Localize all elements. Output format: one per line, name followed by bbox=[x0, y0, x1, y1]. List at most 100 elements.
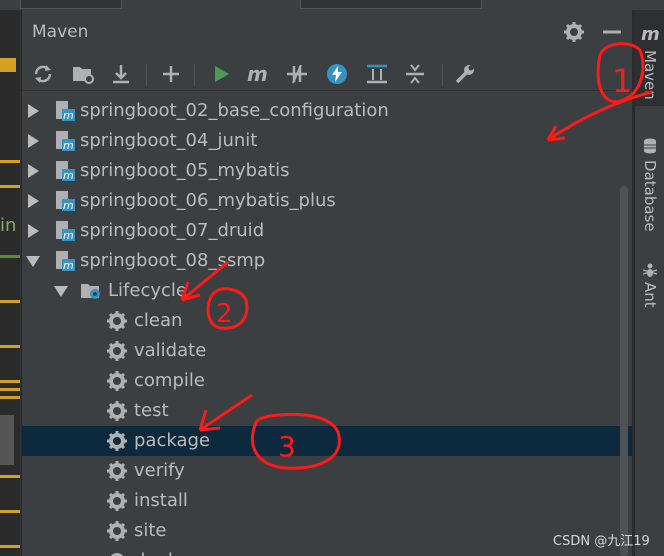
goal-label: clean bbox=[134, 310, 183, 331]
svg-text:m: m bbox=[247, 63, 268, 85]
editor-tab[interactable] bbox=[300, 0, 482, 9]
project-label: springboot_08_ssmp bbox=[80, 250, 266, 271]
maven-toolbar: m bbox=[22, 58, 632, 91]
database-icon bbox=[642, 138, 658, 158]
warning-marker bbox=[0, 380, 20, 383]
generate-sources-icon[interactable] bbox=[70, 61, 96, 87]
tree-scrollbar[interactable] bbox=[620, 186, 628, 556]
change-marker bbox=[0, 255, 20, 258]
bookmark-marker bbox=[0, 58, 16, 72]
project-node[interactable]: m springboot_04_junit bbox=[22, 126, 632, 156]
goal-label: validate bbox=[134, 340, 207, 361]
project-node[interactable]: m springboot_07_druid bbox=[22, 216, 632, 246]
goal-label: install bbox=[134, 490, 188, 511]
maven-project-icon: m bbox=[54, 100, 76, 122]
settings-wrench-icon[interactable] bbox=[452, 61, 478, 87]
goal-label: site bbox=[134, 520, 167, 541]
expand-arrow-icon[interactable] bbox=[28, 224, 39, 238]
expand-arrow-icon[interactable] bbox=[28, 134, 39, 148]
project-label: springboot_04_junit bbox=[80, 130, 258, 151]
side-tab-label: Database bbox=[641, 160, 659, 232]
editor-scroll-thumb[interactable] bbox=[0, 415, 14, 465]
gear-icon bbox=[106, 310, 128, 332]
download-icon[interactable] bbox=[108, 61, 134, 87]
editor-tabs-strip bbox=[0, 0, 664, 10]
project-node[interactable]: m springboot_06_mybatis_plus bbox=[22, 186, 632, 216]
expand-arrow-icon[interactable] bbox=[28, 104, 39, 118]
lifecycle-label: Lifecycle bbox=[108, 280, 187, 301]
maven-project-icon: m bbox=[54, 250, 76, 272]
toolbar-separator bbox=[194, 64, 195, 86]
collapse-arrow-icon[interactable] bbox=[26, 256, 40, 267]
project-node[interactable]: m springboot_02_base_configuration bbox=[22, 96, 632, 126]
project-node[interactable]: m springboot_08_ssmp bbox=[22, 246, 632, 276]
ant-icon bbox=[642, 262, 658, 282]
maven-side-tab[interactable]: m Maven bbox=[635, 10, 664, 106]
run-icon[interactable] bbox=[208, 61, 234, 87]
project-label: springboot_07_druid bbox=[80, 220, 265, 241]
expand-arrow-icon[interactable] bbox=[28, 164, 39, 178]
warning-marker bbox=[0, 396, 20, 399]
maven-tool-window: Maven m m springboot_02_base_configurati… bbox=[22, 10, 632, 556]
gear-icon bbox=[106, 430, 128, 452]
goal-site[interactable]: site bbox=[22, 516, 632, 546]
lifecycle-folder-icon bbox=[80, 280, 102, 302]
gear-icon[interactable] bbox=[562, 20, 586, 44]
goal-validate[interactable]: validate bbox=[22, 336, 632, 366]
goal-install[interactable]: install bbox=[22, 486, 632, 516]
project-label: springboot_06_mybatis_plus bbox=[80, 190, 336, 211]
project-label: springboot_02_base_configuration bbox=[80, 100, 389, 121]
maven-project-icon: m bbox=[54, 130, 76, 152]
goal-label: compile bbox=[134, 370, 205, 391]
project-node[interactable]: m springboot_05_mybatis bbox=[22, 156, 632, 186]
goal-label: package bbox=[134, 430, 210, 451]
goal-test[interactable]: test bbox=[22, 396, 632, 426]
svg-text:m: m bbox=[63, 229, 74, 242]
goal-compile[interactable]: compile bbox=[22, 366, 632, 396]
goal-label: test bbox=[134, 400, 169, 421]
warning-marker bbox=[0, 345, 20, 348]
side-tab-label: Ant bbox=[641, 282, 659, 308]
warning-marker bbox=[0, 300, 20, 303]
gear-icon bbox=[106, 460, 128, 482]
editor-text-fragment: in bbox=[0, 215, 17, 236]
maven-goal-icon[interactable]: m bbox=[246, 61, 272, 87]
gear-icon bbox=[106, 520, 128, 542]
maven-project-icon: m bbox=[54, 190, 76, 212]
gear-icon bbox=[106, 370, 128, 392]
reload-icon[interactable] bbox=[30, 61, 56, 87]
goal-verify[interactable]: verify bbox=[22, 456, 632, 486]
collapse-all-icon[interactable] bbox=[402, 61, 428, 87]
svg-text:m: m bbox=[63, 169, 74, 182]
show-dependencies-icon[interactable] bbox=[364, 61, 390, 87]
panel-title: Maven bbox=[32, 22, 89, 42]
toggle-offline-icon[interactable] bbox=[284, 61, 310, 87]
gear-icon bbox=[106, 490, 128, 512]
expand-arrow-icon[interactable] bbox=[28, 194, 39, 208]
gear-icon bbox=[106, 400, 128, 422]
warning-marker bbox=[0, 185, 20, 188]
right-tool-strip: m Maven Database Ant bbox=[634, 10, 664, 556]
goal-deploy[interactable]: deploy bbox=[22, 546, 632, 556]
editor-tab[interactable] bbox=[20, 0, 122, 9]
svg-text:m: m bbox=[63, 139, 74, 152]
ant-side-tab[interactable]: Ant bbox=[635, 258, 664, 328]
svg-text:m: m bbox=[63, 109, 74, 122]
gear-icon bbox=[106, 550, 128, 556]
lifecycle-node[interactable]: Lifecycle bbox=[22, 276, 632, 306]
maven-project-icon: m bbox=[54, 160, 76, 182]
goal-clean[interactable]: clean bbox=[22, 306, 632, 336]
warning-marker bbox=[0, 160, 20, 163]
toolbar-separator bbox=[442, 64, 443, 86]
goal-package[interactable]: package bbox=[22, 426, 632, 456]
svg-text:m: m bbox=[63, 199, 74, 212]
database-side-tab[interactable]: Database bbox=[635, 130, 664, 240]
add-icon[interactable] bbox=[158, 61, 184, 87]
watermark: CSDN @九江19 bbox=[553, 534, 650, 549]
skip-tests-icon[interactable] bbox=[324, 61, 350, 87]
editor-gutter: in bbox=[0, 10, 21, 556]
minimize-icon[interactable] bbox=[600, 20, 624, 44]
toolbar-separator bbox=[146, 64, 147, 86]
collapse-arrow-icon[interactable] bbox=[54, 286, 68, 297]
tool-window-header: Maven bbox=[22, 10, 632, 54]
